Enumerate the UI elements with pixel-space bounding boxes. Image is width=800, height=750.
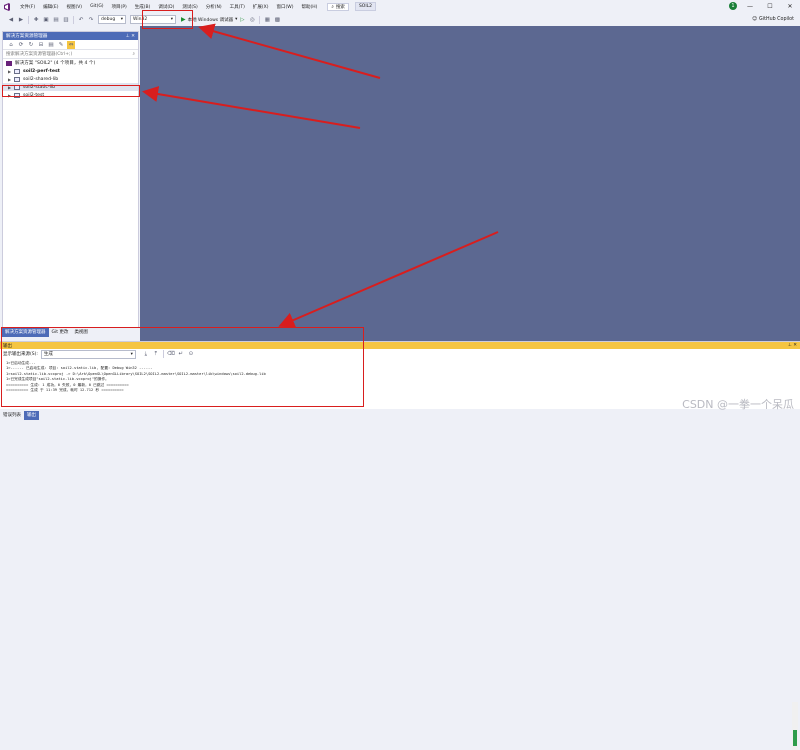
arrow-to-output <box>278 231 499 328</box>
output-scrollbar[interactable] <box>792 702 798 750</box>
arrow-to-platform <box>198 23 381 79</box>
arrow-to-project <box>142 86 361 129</box>
scroll-thumb[interactable] <box>793 730 797 746</box>
annotation-arrows <box>142 23 499 328</box>
